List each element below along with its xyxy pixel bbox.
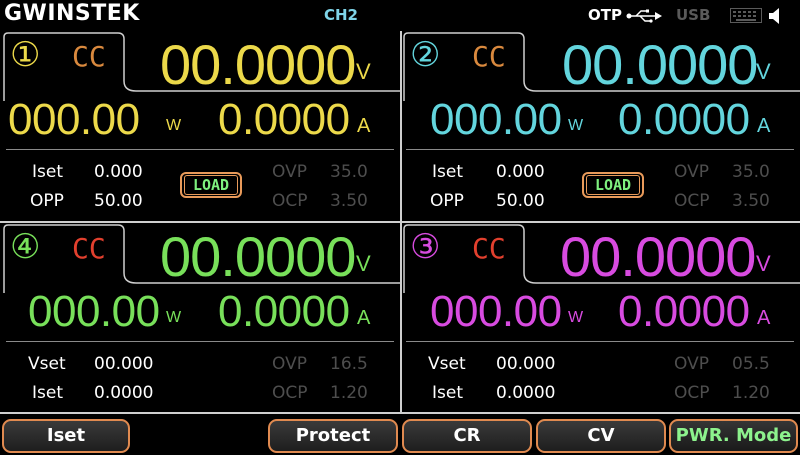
vset-label: Vset (28, 354, 66, 374)
voltage-unit: V (356, 59, 371, 84)
current-unit: A (357, 115, 371, 137)
ocp-label: OCP (272, 383, 308, 403)
voltage-unit: V (356, 251, 371, 276)
power-unit: W (166, 309, 182, 326)
iset-value: 0.000 (94, 162, 143, 182)
current-unit: A (757, 307, 771, 329)
voltage-readout: 00.0000 (560, 225, 756, 288)
ovp-value: 35.0 (732, 162, 770, 182)
opp-value: 50.00 (496, 191, 545, 211)
vset-label: Vset (428, 354, 466, 374)
channel-number-badge: ③ (410, 228, 441, 266)
usb-status: USB (676, 6, 711, 24)
current-unit: A (757, 115, 771, 137)
separator (406, 341, 794, 342)
usb-icon (626, 9, 662, 23)
softkey-cv-button[interactable]: CV (536, 419, 666, 453)
status-bar: GWINSTEK CH2 OTP USB (0, 0, 800, 31)
mode-indicator: CC (72, 40, 106, 73)
speaker-icon (769, 8, 779, 24)
ovp-label: OVP (272, 354, 307, 374)
vset-value: 00.000 (496, 354, 556, 374)
ovp-value: 16.5 (330, 354, 368, 374)
iset-label: Iset (32, 383, 63, 403)
current-readout: 0.0000 (618, 95, 750, 144)
power-readout: 000.00 (430, 287, 562, 336)
voltage-readout: 00.0000 (160, 225, 356, 288)
ocp-label: OCP (674, 383, 710, 403)
channel-grid: ① CC 00.0000 V 000.00 W 0.0000 A Iset 0.… (0, 31, 800, 415)
voltage-unit: V (756, 59, 771, 84)
power-unit: W (568, 117, 584, 134)
current-unit: A (357, 307, 371, 329)
load-indicator: LOAD (582, 172, 644, 198)
load-indicator: LOAD (180, 172, 242, 198)
active-channel-indicator: CH2 (324, 6, 358, 24)
channel-number-badge: ① (10, 36, 41, 74)
iset-label: Iset (432, 383, 463, 403)
iset-value: 0.0000 (94, 383, 154, 403)
separator (6, 149, 394, 150)
ocp-value: 1.20 (732, 383, 770, 403)
brand-logo: GWINSTEK (4, 1, 140, 26)
softkey-bar: Iset Protect CR CV PWR. Mode (0, 415, 800, 455)
ovp-label: OVP (674, 354, 709, 374)
voltage-readout: 00.0000 (160, 33, 356, 96)
iset-label: Iset (32, 162, 63, 182)
channel-number-badge: ④ (10, 228, 41, 266)
mode-indicator: CC (472, 40, 506, 73)
opp-label: OPP (30, 191, 64, 211)
softkey-pwr-mode-button[interactable]: PWR. Mode (669, 419, 798, 453)
softkey-cr-button[interactable]: CR (402, 419, 532, 453)
power-readout: 000.00 (28, 287, 160, 336)
current-readout: 0.0000 (218, 287, 350, 336)
ocp-value: 3.50 (330, 191, 368, 211)
ovp-label: OVP (272, 162, 307, 182)
current-readout: 0.0000 (218, 95, 350, 144)
channel-2-panel[interactable]: ② CC 00.0000 V 000.00 W 0.0000 A Iset 0.… (402, 31, 800, 221)
power-unit: W (568, 309, 584, 326)
opp-value: 50.00 (94, 191, 143, 211)
iset-label: Iset (432, 162, 463, 182)
separator (406, 149, 794, 150)
channel-1-panel[interactable]: ① CC 00.0000 V 000.00 W 0.0000 A Iset 0.… (0, 31, 400, 221)
separator (6, 341, 394, 342)
channel-3-panel[interactable]: ③ CC 00.0000 V 000.00 W 0.0000 A Vset 00… (402, 223, 800, 413)
keyboard-icon (730, 8, 762, 23)
mode-indicator: CC (72, 232, 106, 265)
mode-indicator: CC (472, 232, 506, 265)
power-unit: W (166, 117, 182, 134)
iset-value: 0.000 (496, 162, 545, 182)
current-readout: 0.0000 (618, 287, 750, 336)
softkey-iset-button[interactable]: Iset (2, 419, 130, 453)
otp-indicator: OTP (588, 6, 622, 24)
channel-4-panel[interactable]: ④ CC 00.0000 V 000.00 W 0.0000 A Vset 00… (0, 223, 400, 413)
ovp-value: 35.0 (330, 162, 368, 182)
ocp-label: OCP (272, 191, 308, 211)
softkey-protect-button[interactable]: Protect (268, 419, 398, 453)
opp-label: OPP (430, 191, 464, 211)
iset-value: 0.0000 (496, 383, 556, 403)
ovp-label: OVP (674, 162, 709, 182)
ocp-label: OCP (674, 191, 710, 211)
channel-number-badge: ② (410, 36, 441, 74)
power-readout: 000.00 (8, 95, 140, 144)
voltage-unit: V (756, 251, 771, 276)
voltage-readout: 00.0000 (562, 33, 758, 96)
ovp-value: 05.5 (732, 354, 770, 374)
ocp-value: 1.20 (330, 383, 368, 403)
power-readout: 000.00 (430, 95, 562, 144)
vset-value: 00.000 (94, 354, 154, 374)
ocp-value: 3.50 (732, 191, 770, 211)
